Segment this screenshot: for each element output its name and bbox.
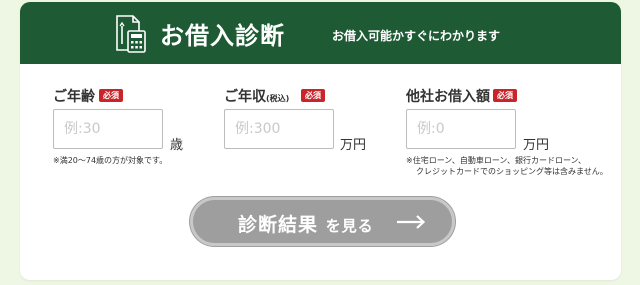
other-loans-required-badge: 必須 [493, 89, 517, 102]
header-subtitle: お借入可能かすぐにわかります [332, 29, 501, 43]
age-unit: 歳 [170, 138, 184, 153]
age-label: ご年齢 [53, 86, 95, 106]
age-note: ※満20〜74歳の方が対象です。 [53, 156, 168, 165]
other-loans-input[interactable] [406, 109, 516, 149]
view-result-label-main: 診断結果 [238, 214, 319, 236]
income-label-suffix: (税込) [266, 94, 290, 103]
other-loans-note-line1: ※住宅ローン、自動車ローン、銀行カードローン、 [406, 156, 587, 165]
arrow-right-icon [397, 215, 426, 229]
view-result-label: 診断結果 を見る [238, 210, 374, 237]
other-loans-unit: 万円 [523, 138, 550, 153]
age-input[interactable] [53, 109, 163, 149]
other-loans-note-line2: クレジットカードでのショッピング等は含みません。 [416, 167, 608, 176]
card-header: お借入診断 お借入可能かすぐにわかります [20, 2, 621, 64]
income-required-badge: 必須 [301, 89, 325, 102]
income-unit: 万円 [340, 138, 367, 153]
age-label-text: ご年齢 [53, 89, 95, 105]
income-input[interactable] [224, 109, 334, 149]
calculator-document-icon [116, 15, 146, 53]
age-required-badge: 必須 [99, 89, 123, 102]
other-loans-label-text: 他社お借入額 [406, 89, 490, 105]
view-result-button[interactable]: 診断結果 を見る [190, 197, 455, 246]
view-result-label-tail: を見る [325, 217, 374, 235]
header-title: お借入診断 [160, 22, 285, 50]
other-loans-label: 他社お借入額 [406, 86, 490, 106]
income-label: ご年収(税込) [224, 86, 289, 106]
income-label-text: ご年収 [224, 89, 266, 105]
